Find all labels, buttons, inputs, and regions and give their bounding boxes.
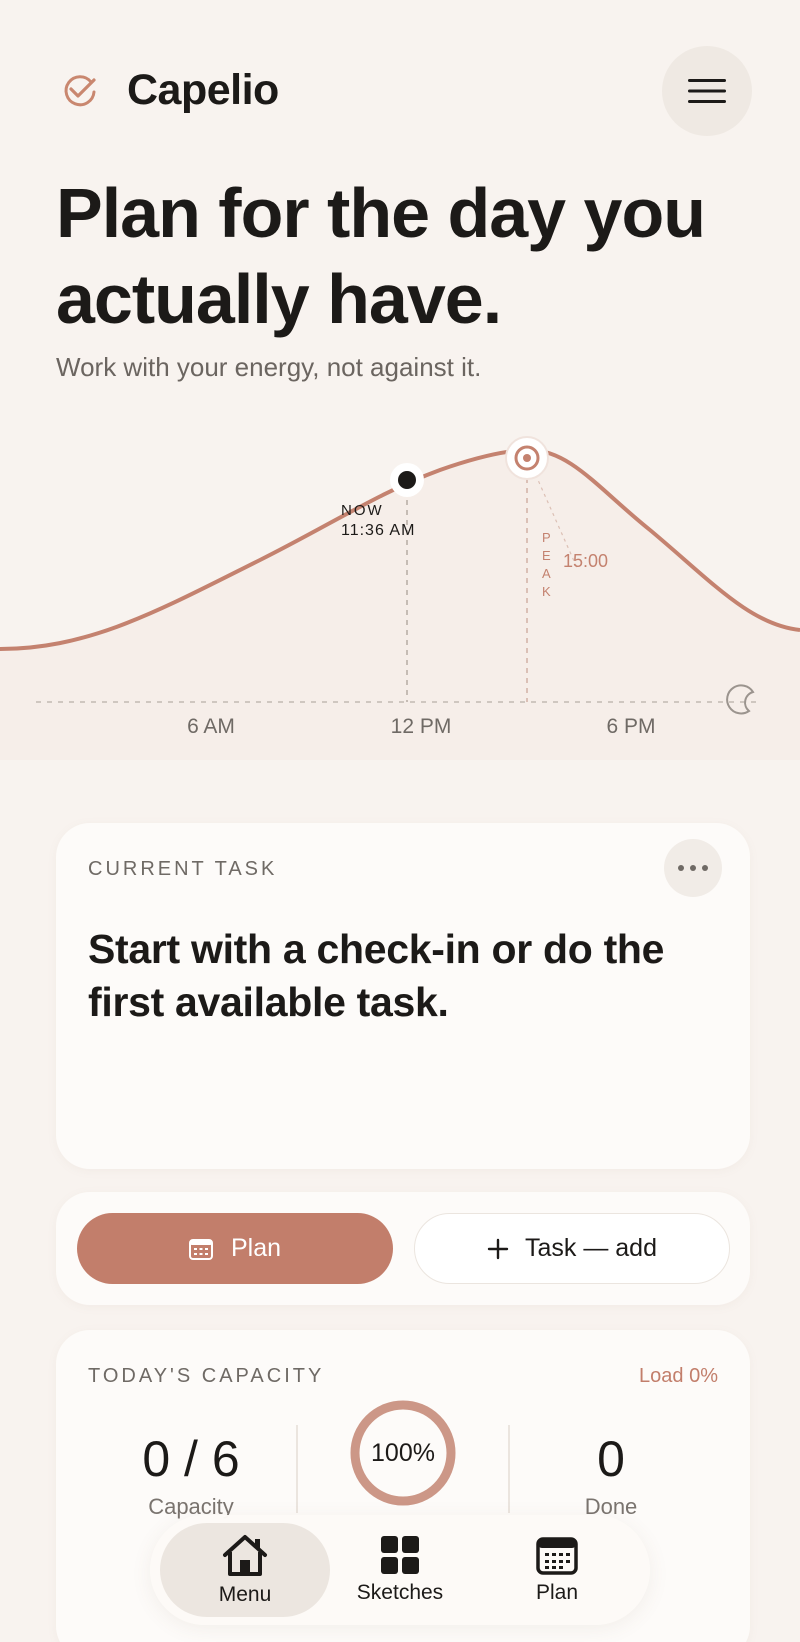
svg-text:A: A	[542, 566, 551, 581]
app-title: Capelio	[127, 66, 279, 114]
tick-6pm: 6 PM	[606, 715, 655, 738]
stat-divider	[296, 1425, 298, 1513]
plan-button-label: Plan	[230, 1234, 282, 1262]
home-icon	[223, 1535, 267, 1576]
stat-divider	[508, 1425, 510, 1513]
calendar-icon	[188, 1238, 213, 1260]
add-task-label: Task — add	[524, 1234, 657, 1262]
bottom-nav: Menu Sketches Plan	[150, 1515, 650, 1625]
energy-curve-fill	[0, 450, 800, 760]
svg-text:P: P	[542, 530, 551, 545]
now-time: 11:36 AM	[341, 522, 415, 539]
menu-button[interactable]	[662, 46, 752, 136]
check-logo-icon	[64, 75, 96, 107]
load-label: Load 0%	[639, 1365, 718, 1387]
nav-item-plan[interactable]: Plan	[474, 1515, 640, 1625]
peak-time: 15:00	[563, 551, 608, 571]
actions-card: Plan Task — add	[56, 1192, 750, 1305]
current-task-label: CURRENT TASK	[88, 858, 278, 880]
nav-item-menu[interactable]: Menu	[160, 1523, 330, 1617]
energy-curve-chart: NOW 11:36 AM P E A K 15:00 6 AM 12 PM 6 …	[0, 436, 800, 760]
add-task-button[interactable]: Task — add	[414, 1213, 730, 1284]
done-stat: 0 Done	[511, 1430, 711, 1520]
plan-button[interactable]: Plan	[77, 1213, 393, 1284]
header: Capelio	[0, 0, 800, 180]
current-task-text: Start with a check-in or do the first av…	[88, 926, 665, 1025]
hero-title: Plan for the day you actually have.	[56, 174, 706, 338]
capacity-percent: 100%	[371, 1438, 435, 1467]
svg-text:E: E	[542, 548, 551, 563]
nav-sketches-label: Sketches	[356, 1581, 444, 1604]
tick-12pm: 12 PM	[391, 715, 452, 738]
capacity-value: 0 / 6	[142, 1431, 240, 1487]
done-value: 0	[597, 1431, 625, 1487]
grid-icon	[381, 1536, 419, 1574]
nav-plan-label: Plan	[535, 1581, 579, 1604]
hero-subtitle: Work with your energy, not against it.	[56, 352, 482, 382]
more-horizontal-icon	[678, 865, 708, 871]
more-options-button[interactable]	[664, 839, 722, 897]
now-label: NOW	[341, 502, 384, 519]
current-task-card: CURRENT TASK Start with a check-in or do…	[56, 823, 750, 1169]
capacity-stat: 0 / 6 Capacity	[91, 1430, 291, 1520]
hamburger-icon	[688, 79, 726, 103]
calendar-icon	[536, 1537, 578, 1575]
tick-6am: 6 AM	[187, 715, 235, 738]
nav-item-sketches[interactable]: Sketches	[317, 1515, 483, 1625]
plus-icon	[487, 1238, 509, 1259]
nav-menu-label: Menu	[218, 1583, 272, 1606]
svg-text:K: K	[542, 584, 551, 599]
capacity-label: TODAY'S CAPACITY	[88, 1365, 325, 1387]
